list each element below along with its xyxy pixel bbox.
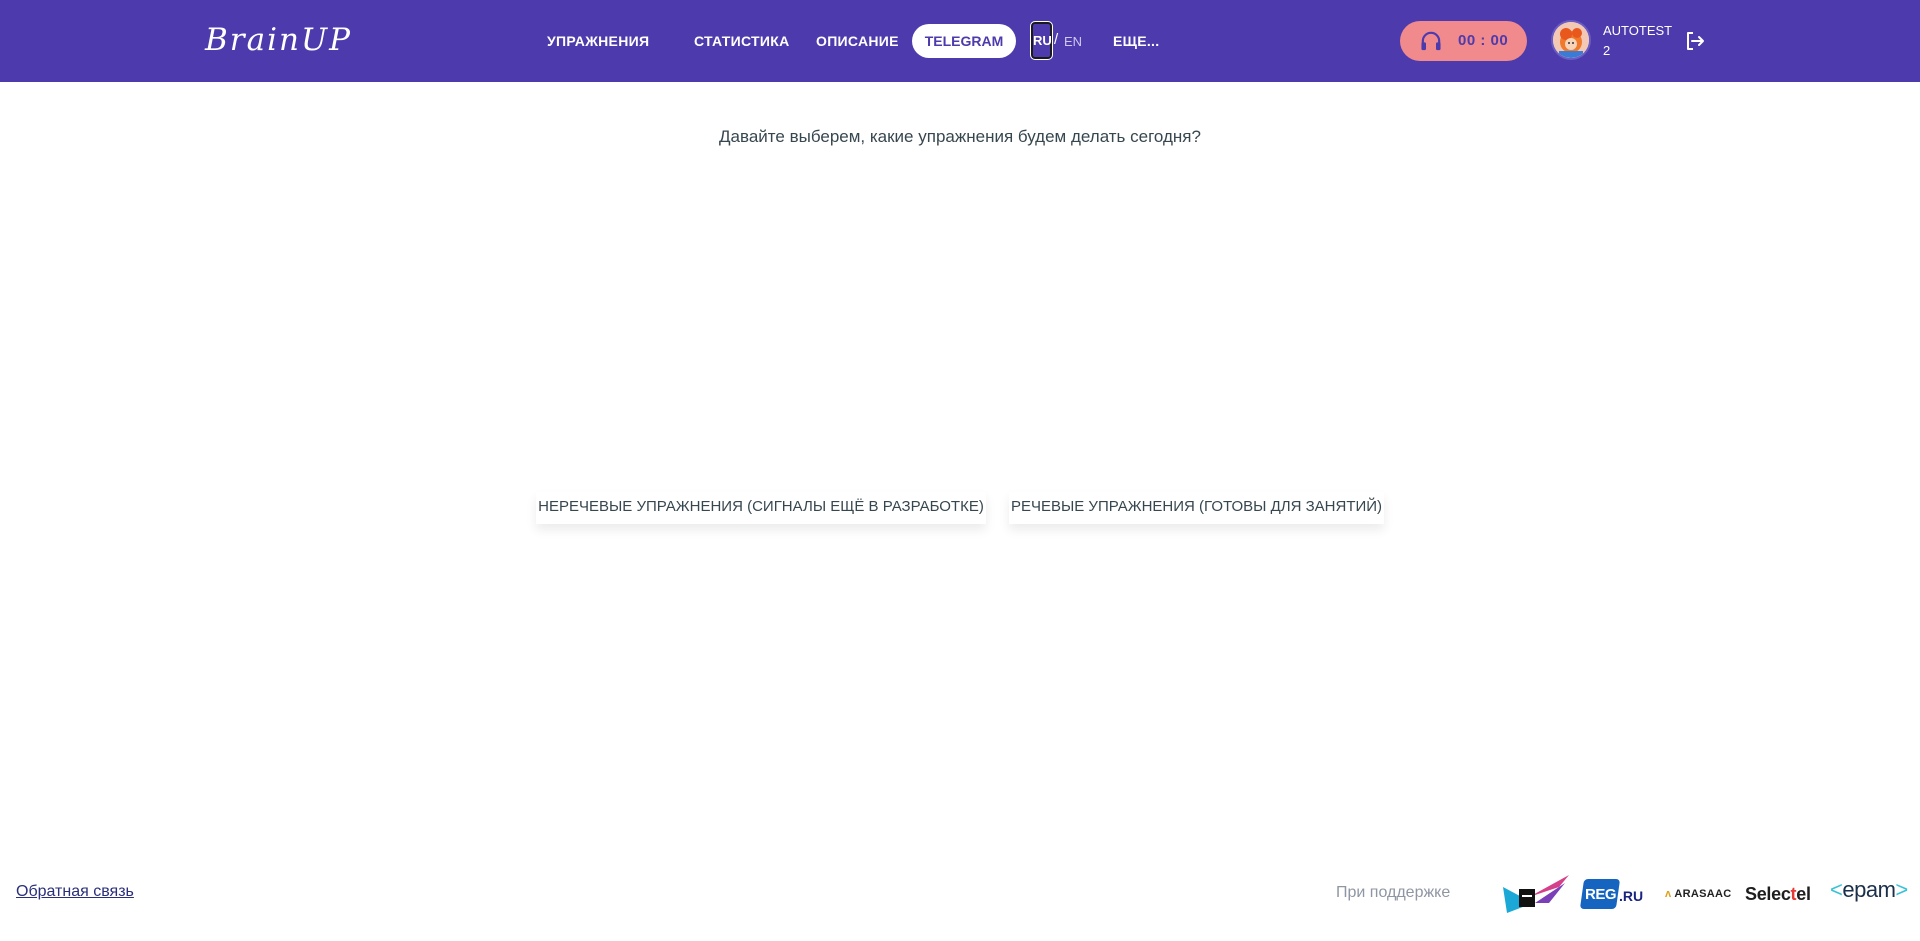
feedback-link[interactable]: Обратная связь <box>16 883 134 901</box>
selectel-text-c: el <box>1796 884 1811 904</box>
support-label: При поддержке <box>1336 884 1451 901</box>
epam-open-bracket: < <box>1830 877 1843 902</box>
regru-suffix: .RU <box>1619 888 1644 904</box>
timer-button[interactable]: 00 : 00 <box>1400 21 1527 61</box>
nav-exercises[interactable]: УПРАЖНЕНИЯ <box>547 33 649 49</box>
user-number[interactable]: 2 <box>1603 43 1610 58</box>
timer-value: 00 : 00 <box>1458 32 1509 49</box>
nav-statistics[interactable]: СТАТИСТИКА <box>694 33 790 49</box>
partner-logo-1[interactable] <box>1499 873 1571 915</box>
epam-close-bracket: > <box>1895 877 1908 902</box>
user-name[interactable]: AUTOTEST <box>1603 23 1672 38</box>
speech-exercises-button[interactable]: РЕЧЕВЫЕ УПРАЖНЕНИЯ (ГОТОВЫ ДЛЯ ЗАНЯТИЙ) <box>1009 492 1384 524</box>
logout-icon[interactable] <box>1685 31 1705 51</box>
nav-more[interactable]: ЕЩЕ... <box>1113 33 1159 49</box>
selectel-text-a: Selec <box>1745 884 1791 904</box>
regru-main-text: REG <box>1585 886 1617 903</box>
arasaac-text: ARASAAC <box>1674 888 1732 900</box>
partner-logo-selectel[interactable]: Selectel <box>1745 884 1811 905</box>
headphones-icon <box>1421 31 1441 51</box>
epam-text: epam <box>1842 877 1896 902</box>
telegram-button[interactable]: TELEGRAM <box>912 24 1016 58</box>
arasaac-mark-icon: ʌ <box>1665 888 1675 900</box>
language-en-button[interactable]: EN <box>1064 34 1082 49</box>
language-separator: / <box>1054 31 1059 48</box>
page-prompt: Давайте выберем, какие упражнения будем … <box>719 127 1201 146</box>
avatar-icon <box>1553 22 1589 58</box>
top-header: BrainUP УПРАЖНЕНИЯ СТАТИСТИКА ОПИСАНИЕ T… <box>0 0 1920 82</box>
avatar[interactable] <box>1551 20 1591 60</box>
partner-logo-arasaac[interactable]: ʌ ARASAAC <box>1665 888 1731 900</box>
nav-description[interactable]: ОПИСАНИЕ <box>816 33 899 49</box>
partner-logo-epam[interactable]: <epam> <box>1830 877 1908 903</box>
non-speech-exercises-button[interactable]: НЕРЕЧЕВЫЕ УПРАЖНЕНИЯ (СИГНАЛЫ ЕЩЁ В РАЗР… <box>536 492 986 524</box>
partner-logo-regru[interactable]: REG .RU <box>1579 879 1644 909</box>
brainup-logo[interactable]: BrainUP <box>205 22 352 58</box>
language-ru-button[interactable]: RU <box>1030 21 1053 60</box>
